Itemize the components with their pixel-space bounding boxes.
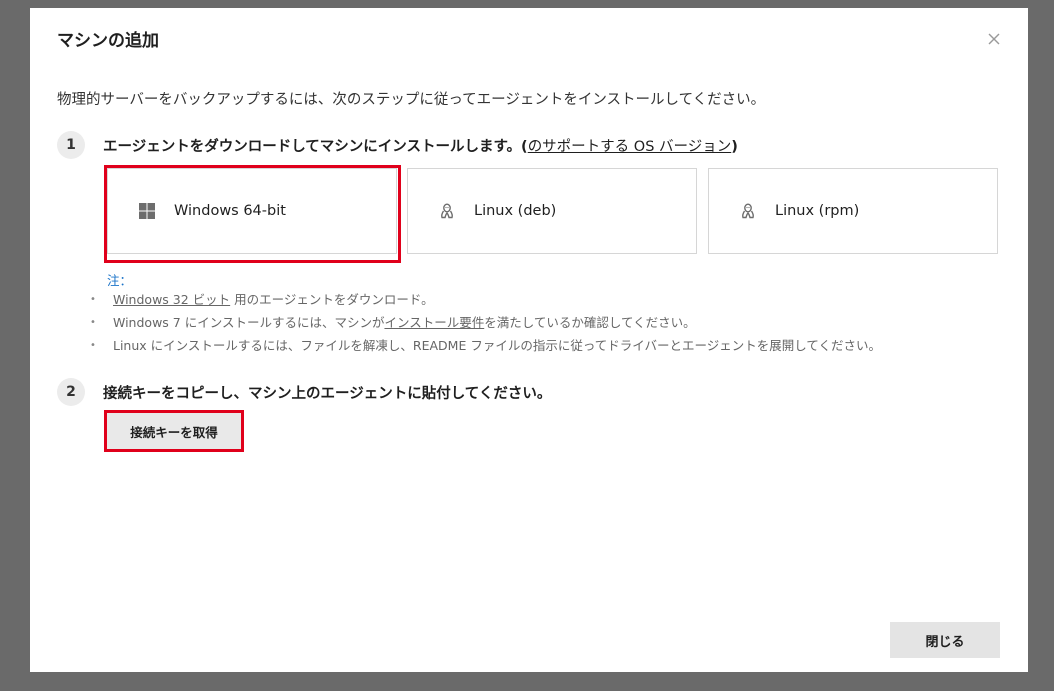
note-item: Windows 32 ビット 用のエージェントをダウンロード。 (88, 288, 881, 311)
intro-text: 物理的サーバーをバックアップするには、次のステップに従ってエージェントをインスト… (57, 92, 766, 108)
close-button[interactable]: 閉じる (890, 622, 1000, 658)
step-1: 1 エージェントをダウンロードしてマシンにインストールします。(のサポートする … (57, 131, 738, 159)
download-linux-rpm[interactable]: Linux (rpm) (708, 168, 998, 254)
paren-close: ) (731, 138, 738, 155)
supported-os-link[interactable]: のサポートする OS バージョン (528, 139, 732, 155)
linux-icon (739, 202, 757, 220)
os-label: Linux (deb) (474, 203, 557, 219)
linux-icon (438, 202, 456, 220)
notes-list: Windows 32 ビット 用のエージェントをダウンロード。 Windows … (88, 288, 881, 357)
step-1-text: エージェントをダウンロードしてマシンにインストールします。(のサポートする OS… (103, 135, 738, 156)
install-requirements-link[interactable]: インストール要件 (384, 315, 484, 330)
note-label: 注： (107, 273, 133, 288)
os-label: Linux (rpm) (775, 203, 860, 219)
note-item: Windows 7 にインストールするには、マシンがインストール要件を満たしてい… (88, 311, 881, 334)
note-item: Linux にインストールするには、ファイルを解凍し、README ファイルの指… (88, 334, 881, 357)
step-number: 2 (57, 378, 85, 406)
step-1-instruction: エージェントをダウンロードしてマシンにインストールします。 (103, 138, 522, 155)
note-text: を満たしているか確認してください。 (484, 315, 696, 330)
close-icon[interactable] (985, 30, 1003, 48)
add-machine-dialog: マシンの追加 物理的サーバーをバックアップするには、次のステップに従ってエージェ… (30, 8, 1028, 672)
get-connection-key-button[interactable]: 接続キーを取得 (107, 413, 241, 449)
note-text: Linux にインストールするには、ファイルを解凍し、README ファイルの指… (113, 338, 881, 353)
paren-open: ( (521, 138, 528, 155)
step-2-text: 接続キーをコピーし、マシン上のエージェントに貼付してください。 (103, 385, 552, 402)
windows-32bit-link[interactable]: Windows 32 ビット (113, 292, 230, 307)
note-text: Windows 7 にインストールするには、マシンが (113, 315, 385, 330)
download-windows-64bit[interactable]: Windows 64-bit (107, 168, 397, 254)
step-2: 2 接続キーをコピーし、マシン上のエージェントに貼付してください。 (57, 378, 551, 406)
os-label: Windows 64-bit (174, 203, 286, 219)
windows-icon (138, 202, 156, 220)
download-linux-deb[interactable]: Linux (deb) (407, 168, 697, 254)
note-text: 用のエージェントをダウンロード。 (230, 292, 434, 307)
step-number: 1 (57, 131, 85, 159)
dialog-title: マシンの追加 (57, 31, 159, 51)
